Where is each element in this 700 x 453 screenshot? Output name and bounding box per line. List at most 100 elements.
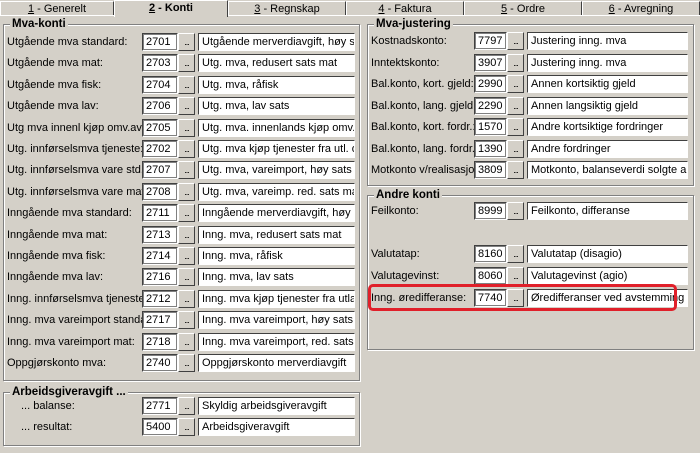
mva-konti-9-browse-button[interactable]: ... bbox=[178, 225, 195, 244]
mva-justering-4-browse-button[interactable]: ... bbox=[507, 118, 524, 136]
mva-konti-3-description: Utg. mva, lav sats bbox=[198, 97, 355, 116]
mva-konti-13-account-input[interactable]: 2717 bbox=[142, 311, 178, 330]
mva-konti-6-description: Utg. mva, vareimport, høy sats omv bbox=[198, 161, 355, 180]
mva-konti-3-label: Utgående mva lav: bbox=[7, 100, 99, 113]
mva-justering-5-account-input[interactable]: 1390 bbox=[474, 139, 507, 158]
mva-konti-15-browse-button[interactable]: ... bbox=[178, 354, 195, 372]
arbeidsgiveravgift-0-browse-button[interactable]: ... bbox=[178, 397, 195, 415]
valutatap-label: Valutatap: bbox=[371, 248, 420, 260]
mva-justering-3-label: Bal.konto, lang. gjeld: bbox=[371, 99, 477, 112]
mva-konti-10-browse-button[interactable]: ... bbox=[178, 247, 195, 265]
mva-konti-12-browse-button[interactable]: ... bbox=[178, 289, 195, 308]
mva-konti-15-label: Oppgjørskonto mva: bbox=[7, 357, 107, 369]
mva-justering-0-account-input[interactable]: 7797 bbox=[474, 32, 507, 50]
valutagevinst-browse-button[interactable]: ... bbox=[507, 267, 524, 285]
tab-ordre[interactable]: 5 - Ordre bbox=[464, 1, 582, 15]
mva-konti-13-browse-button[interactable]: ... bbox=[178, 311, 195, 330]
mva-konti-14-account-input[interactable]: 2718 bbox=[142, 332, 178, 351]
mva-konti-13-label: Inng. mva vareimport standard: bbox=[7, 314, 160, 327]
mva-justering-2-account-input[interactable]: 2990 bbox=[474, 75, 507, 93]
mva-konti-4-description: Utg. mva. innenlands kjøp omv. avg bbox=[198, 118, 355, 137]
mva-konti-6-browse-button[interactable]: ... bbox=[178, 161, 195, 180]
mva-konti-4-account-input[interactable]: 2705 bbox=[142, 118, 178, 137]
tab-konti[interactable]: 2 - Konti bbox=[114, 0, 228, 17]
valutagevinst-account-input[interactable]: 8060 bbox=[474, 267, 507, 285]
mva-konti-1-browse-button[interactable]: ... bbox=[178, 54, 195, 73]
mva-konti-5-browse-button[interactable]: ... bbox=[178, 140, 195, 158]
feilkonto-browse-button[interactable]: ... bbox=[507, 202, 524, 220]
mva-konti-2-description: Utg. mva, råfisk bbox=[198, 75, 355, 94]
mva-justering-0-label: Kostnadskonto: bbox=[371, 35, 447, 47]
valutatap-account-input[interactable]: 8160 bbox=[474, 245, 507, 263]
mva-konti-9-description: Inng. mva, redusert sats mat bbox=[198, 225, 355, 244]
mva-konti-2-account-input[interactable]: 2704 bbox=[142, 75, 178, 94]
mva-konti-13-description: Inng. mva vareimport, høy sats bbox=[198, 311, 355, 330]
mva-konti-12-label: Inng. innførselsmva tjeneste: bbox=[7, 292, 148, 305]
arbeidsgiveravgift-0-description: Skyldig arbeidsgiveravgift bbox=[198, 397, 355, 415]
tab-faktura[interactable]: 4 - Faktura bbox=[346, 1, 464, 15]
tab-regnskap[interactable]: 3 - Regnskap bbox=[228, 1, 346, 15]
valutatap-browse-button[interactable]: ... bbox=[507, 245, 524, 263]
mva-konti-0-label: Utgående mva standard: bbox=[7, 36, 128, 48]
mva-konti-8-account-input[interactable]: 2711 bbox=[142, 204, 178, 223]
mva-justering-5-description: Andre fordringer bbox=[527, 139, 688, 158]
mva-justering-6-account-input[interactable]: 3809 bbox=[474, 161, 507, 179]
mva-konti-2-browse-button[interactable]: ... bbox=[178, 75, 195, 94]
mva-justering-4-label: Bal.konto, kort. fordr.: bbox=[371, 121, 476, 133]
mva-konti-0-browse-button[interactable]: ... bbox=[178, 33, 195, 51]
mva-konti-12-description: Inng. mva kjøp tjenester fra utlandet bbox=[198, 289, 355, 308]
mva-konti-8-description: Inngående merverdiavgift, høy sats bbox=[198, 204, 355, 223]
mva-justering-1-browse-button[interactable]: ... bbox=[507, 53, 524, 72]
tab-avregning[interactable]: 6 - Avregning bbox=[582, 1, 700, 15]
mva-konti-7-browse-button[interactable]: ... bbox=[178, 182, 195, 201]
mva-konti-6-account-input[interactable]: 2707 bbox=[142, 161, 178, 180]
mva-justering-3-browse-button[interactable]: ... bbox=[507, 96, 524, 115]
mva-konti-1-account-input[interactable]: 2703 bbox=[142, 54, 178, 73]
arbeidsgiveravgift-0-account-input[interactable]: 2771 bbox=[142, 397, 178, 415]
mva-justering-4-description: Andre kortsiktige fordringer bbox=[527, 118, 688, 136]
mva-justering-2-browse-button[interactable]: ... bbox=[507, 75, 524, 93]
mva-justering-1-account-input[interactable]: 3907 bbox=[474, 53, 507, 72]
mva-konti-14-description: Inng. mva vareimport, red. sats mat bbox=[198, 332, 355, 351]
mva-justering-0-browse-button[interactable]: ... bbox=[507, 32, 524, 50]
mva-konti-3-account-input[interactable]: 2706 bbox=[142, 97, 178, 116]
mva-konti-10-account-input[interactable]: 2714 bbox=[142, 247, 178, 265]
mva-justering-4-account-input[interactable]: 1570 bbox=[474, 118, 507, 136]
mva-konti-4-browse-button[interactable]: ... bbox=[178, 118, 195, 137]
mva-konti-7-description: Utg. mva, vareimp. red. sats mat omv bbox=[198, 182, 355, 201]
arbeidsgiveravgift-1-browse-button[interactable]: ... bbox=[178, 418, 195, 436]
mva-konti-7-label: Utg. innførselsmva vare mat: bbox=[7, 185, 148, 198]
mva-konti-15-account-input[interactable]: 2740 bbox=[142, 354, 178, 372]
mva-justering-6-browse-button[interactable]: ... bbox=[507, 161, 524, 179]
mva-justering-5-label: Bal.konto, lang. fordr.: bbox=[371, 142, 479, 155]
mva-konti-11-description: Inng. mva, lav sats bbox=[198, 268, 355, 287]
mva-justering-3-account-input[interactable]: 2290 bbox=[474, 96, 507, 115]
mva-konti-11-browse-button[interactable]: ... bbox=[178, 268, 195, 287]
mva-konti-7-account-input[interactable]: 2708 bbox=[142, 182, 178, 201]
mva-justering-2-label: Bal.konto, kort. gjeld: bbox=[371, 78, 474, 90]
mva-konti-12-account-input[interactable]: 2712 bbox=[142, 289, 178, 308]
mva-konti-10-description: Inng. mva, råfisk bbox=[198, 247, 355, 265]
mva-konti-11-account-input[interactable]: 2716 bbox=[142, 268, 178, 287]
mva-konti-3-browse-button[interactable]: ... bbox=[178, 97, 195, 116]
mva-justering-6-label: Motkonto v/realisasjon: bbox=[371, 164, 484, 176]
arbeidsgiveravgift-1-account-input[interactable]: 5400 bbox=[142, 418, 178, 436]
mva-justering-1-label: Inntektskonto: bbox=[371, 56, 440, 69]
highlight-box bbox=[368, 284, 677, 311]
valutatap-description: Valutatap (disagio) bbox=[527, 245, 688, 263]
mva-konti-2-label: Utgående mva fisk: bbox=[7, 78, 102, 91]
mva-justering-3-description: Annen langsiktig gjeld bbox=[527, 96, 688, 115]
tab-generelt[interactable]: 1 - Generelt bbox=[0, 1, 114, 15]
mva-konti-8-browse-button[interactable]: ... bbox=[178, 204, 195, 223]
mva-konti-11-label: Inngående mva lav: bbox=[7, 271, 104, 284]
feilkonto-account-input[interactable]: 8999 bbox=[474, 202, 507, 220]
mva-justering-1-description: Justering inng. mva bbox=[527, 53, 688, 72]
mva-konti-14-browse-button[interactable]: ... bbox=[178, 332, 195, 351]
tab-divider bbox=[0, 15, 700, 16]
mva-konti-0-account-input[interactable]: 2701 bbox=[142, 33, 178, 51]
mva-konti-5-account-input[interactable]: 2702 bbox=[142, 140, 178, 158]
mva-konti-9-account-input[interactable]: 2713 bbox=[142, 225, 178, 244]
mva-konti-15-description: Oppgjørskonto merverdiavgift bbox=[198, 354, 355, 372]
mva-justering-5-browse-button[interactable]: ... bbox=[507, 139, 524, 158]
mva-justering-6-description: Motkonto, balanseverdi solgte anl.m bbox=[527, 161, 688, 179]
